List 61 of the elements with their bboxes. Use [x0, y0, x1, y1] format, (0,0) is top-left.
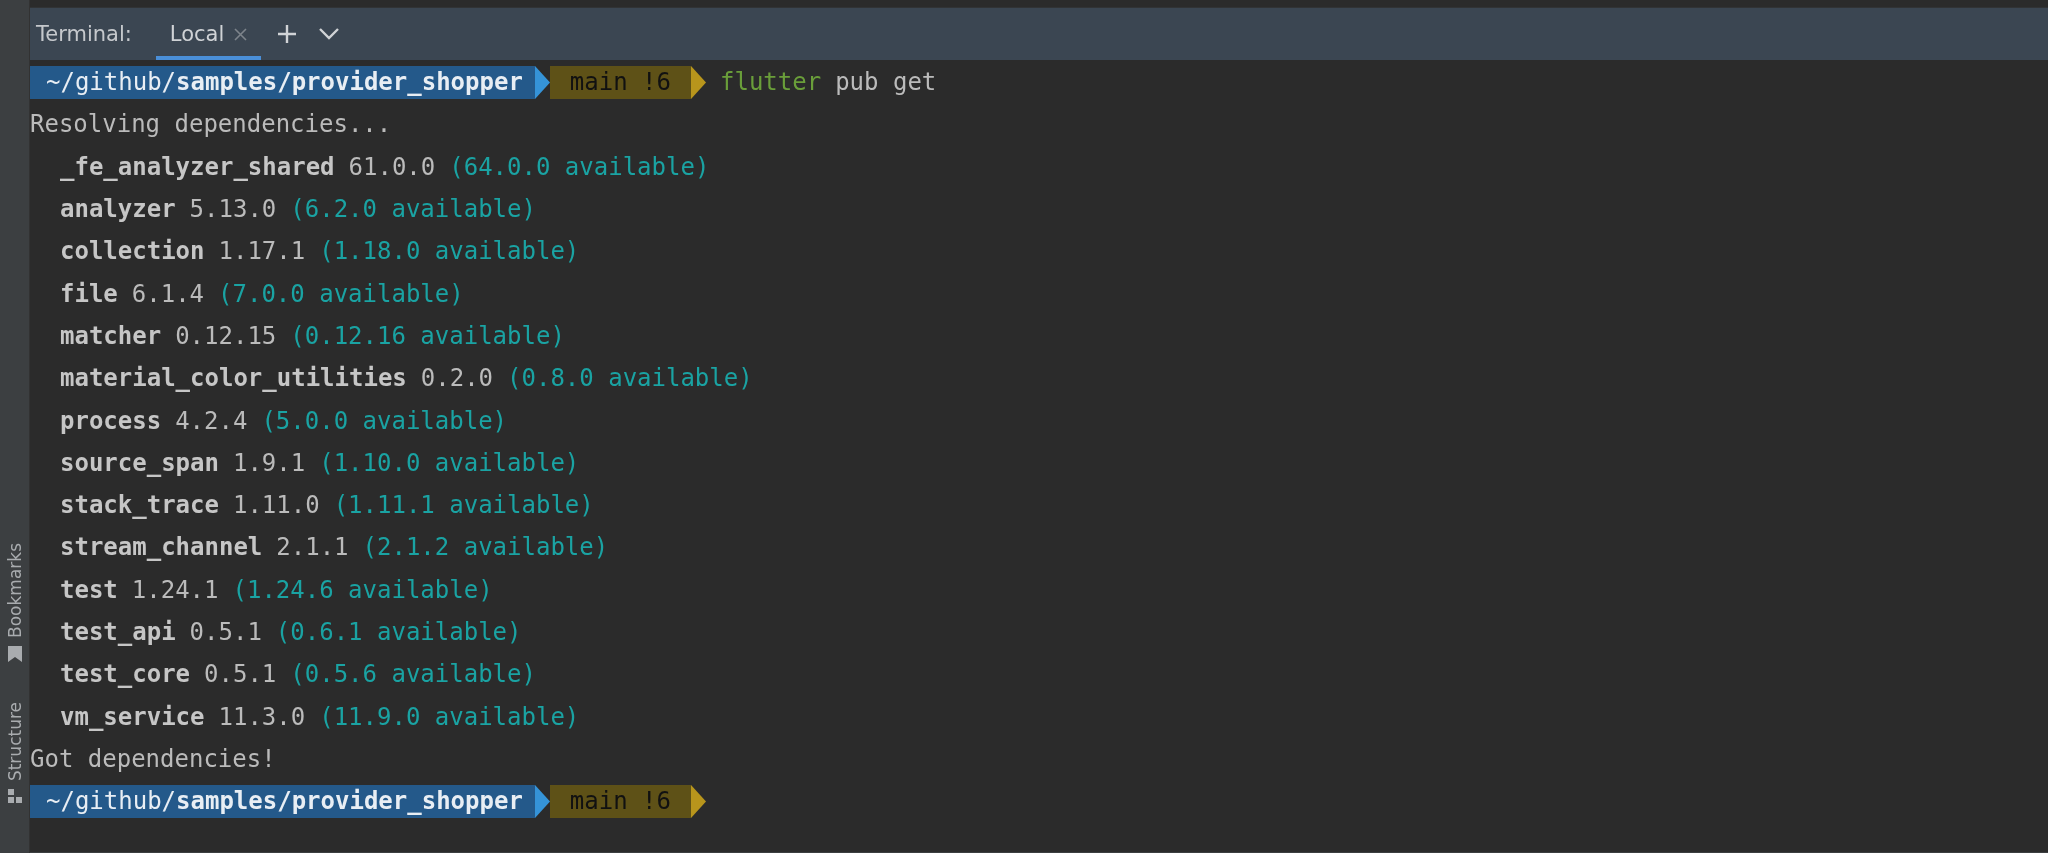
package-name: test_core [60, 660, 191, 689]
package-name: collection [60, 237, 205, 266]
structure-icon [8, 789, 22, 803]
package-name: test_api [60, 618, 176, 646]
available-version: (5.0.0 available) [261, 406, 508, 435]
prompt-branch: main !6 [549, 784, 691, 818]
prompt-path: ~/github/samples/provider_shopper [30, 784, 535, 818]
package-version: 1.11.0 [232, 491, 320, 520]
available-version: (0.12.16 available) [290, 321, 565, 350]
terminal-label: Terminal: [36, 22, 133, 46]
package-name: analyzer [60, 195, 176, 224]
package-version: 2.1.1 [276, 533, 349, 562]
package-name: process [60, 406, 162, 435]
package-version: 1.24.1 [131, 575, 219, 604]
package-version: 61.0.0 [348, 152, 436, 181]
prompt-arrow-icon [534, 65, 550, 99]
available-version: (1.11.1 available) [333, 491, 594, 520]
available-version: (0.5.6 available) [290, 660, 536, 689]
terminal-tab[interactable]: Local [155, 8, 262, 60]
available-version: (6.2.0 available) [290, 195, 536, 224]
package-version: 0.5.1 [204, 660, 277, 689]
side-tab[interactable]: Structure [5, 701, 25, 781]
package-version: 5.13.0 [189, 195, 277, 224]
package-version: 1.17.1 [218, 237, 306, 266]
prompt-branch: main !6 [549, 65, 691, 99]
package-name: matcher [60, 321, 162, 350]
prompt-arrow-icon [691, 784, 706, 818]
package-version: 0.5.1 [189, 618, 262, 646]
package-version: 11.3.0 [218, 702, 306, 731]
package-name: file [60, 279, 118, 308]
available-version: (1.18.0 available) [319, 237, 580, 266]
available-version: (0.6.1 available) [275, 618, 522, 646]
package-name: material_color_utilities [60, 364, 407, 393]
package-name: source_span [60, 448, 219, 477]
available-version: (7.0.0 available) [218, 279, 464, 308]
prompt-arrow-icon [534, 784, 550, 818]
command-program: flutter [720, 68, 822, 97]
package-name: vm_service [60, 702, 205, 731]
package-version: 0.2.0 [420, 364, 494, 393]
package-name: stack_trace [60, 491, 219, 520]
package-name: _fe_analyzer_shared [60, 152, 335, 181]
package-version: 1.9.1 [232, 448, 306, 477]
package-version: 0.12.15 [175, 321, 277, 350]
side-tab[interactable]: Bookmarks [5, 542, 25, 638]
package-name: stream_channel [60, 533, 263, 562]
package-version: 4.2.4 [175, 406, 248, 435]
command-args: pub get [835, 68, 937, 97]
available-version: (1.10.0 available) [319, 448, 580, 477]
available-version: (0.8.0 available) [507, 364, 753, 393]
available-version: (64.0.0 available) [449, 152, 710, 181]
prompt-path: ~/github/samples/provider_shopper [30, 65, 535, 99]
package-version: 6.1.4 [131, 279, 205, 308]
prompt-arrow-icon [691, 65, 706, 99]
available-version: (2.1.2 available) [362, 533, 609, 562]
available-version: (1.24.6 available) [232, 575, 493, 604]
close-icon[interactable] [234, 27, 248, 41]
bookmark-icon [8, 645, 22, 662]
package-name: test [60, 575, 118, 604]
output-line: Got dependencies! [30, 744, 276, 773]
output-line: Resolving dependencies... [30, 110, 392, 139]
available-version: (11.9.0 available) [319, 702, 580, 731]
